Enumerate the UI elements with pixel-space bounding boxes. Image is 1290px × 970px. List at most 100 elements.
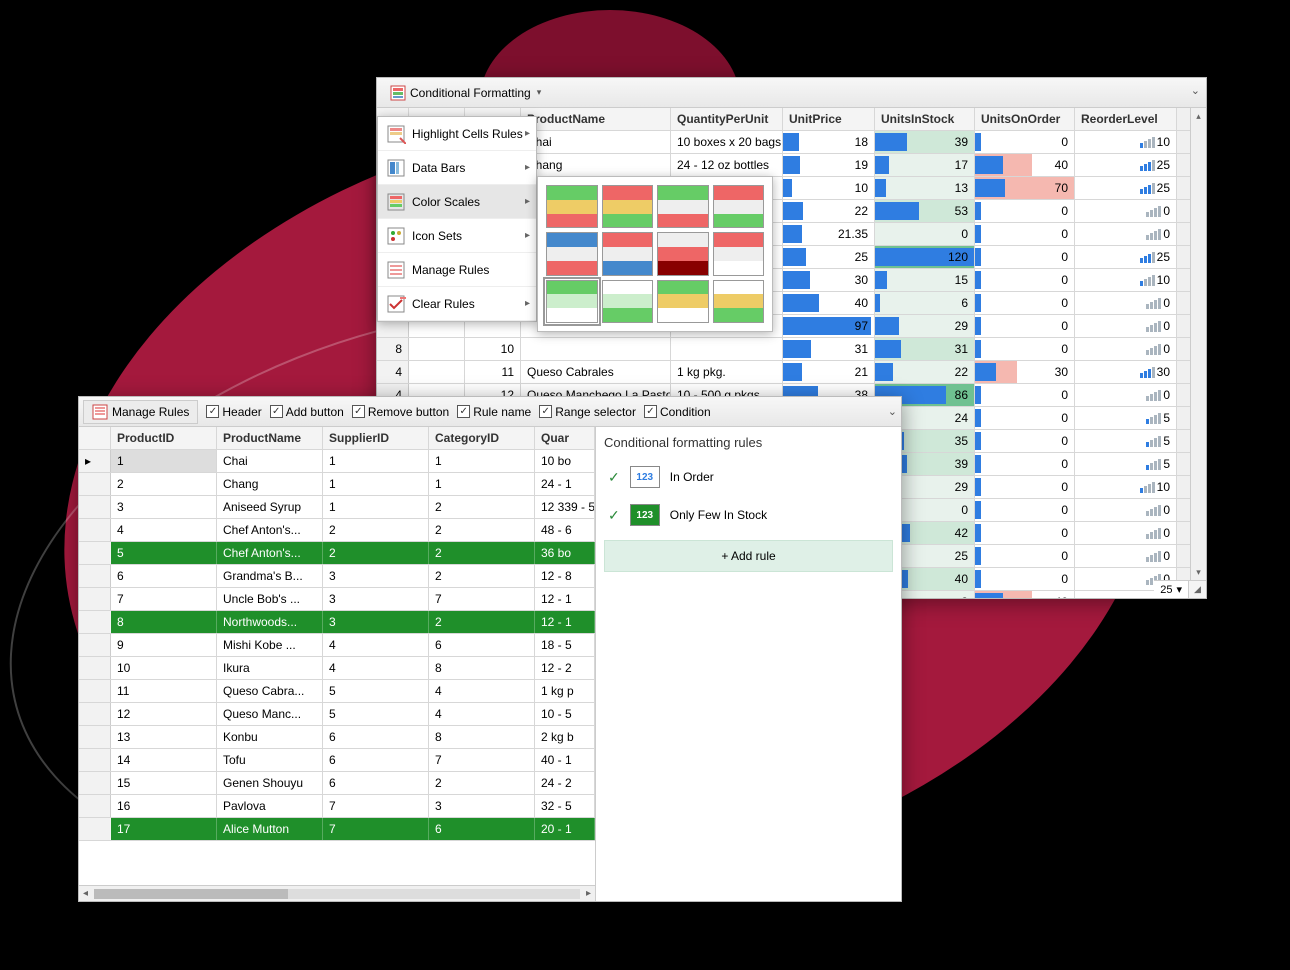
menu-item-manage-rules[interactable]: Manage Rules: [378, 253, 536, 287]
data-grid[interactable]: ProductIDProductNameSupplierIDCategoryID…: [79, 427, 595, 885]
option-condition[interactable]: ✓Condition: [640, 405, 715, 419]
toolbar-overflow-icon[interactable]: ⌄: [1191, 84, 1200, 97]
column-header[interactable]: UnitsInStock: [875, 108, 975, 130]
table-row[interactable]: 4Chef Anton's...2248 - 6: [79, 519, 595, 542]
toolbar-overflow-icon[interactable]: ⌄: [888, 405, 897, 418]
option-remove-button[interactable]: ✓Remove button: [348, 405, 453, 419]
conditional-formatting-button[interactable]: Conditional Formatting: [381, 81, 550, 105]
table-row[interactable]: 10Ikura4812 - 2: [79, 657, 595, 680]
row-header[interactable]: [79, 542, 111, 564]
check-icon: ✓: [608, 469, 620, 486]
cell-unit-price: 30: [783, 269, 875, 291]
color-scale-option[interactable]: [657, 185, 709, 228]
rule-item[interactable]: ✓ 123 Only Few In Stock: [604, 496, 893, 534]
column-header[interactable]: Quar: [535, 427, 595, 449]
column-header[interactable]: UnitsOnOrder: [975, 108, 1075, 130]
option-add-button[interactable]: ✓Add button: [266, 405, 348, 419]
row-header[interactable]: [79, 680, 111, 702]
option-header[interactable]: ✓Header: [202, 405, 265, 419]
scroll-down-icon[interactable]: ▾: [1191, 564, 1206, 580]
color-scale-option[interactable]: [602, 280, 654, 323]
row-header[interactable]: [79, 611, 111, 633]
row-header[interactable]: [79, 749, 111, 771]
column-header[interactable]: ProductName: [521, 108, 671, 130]
table-row[interactable]: 11Queso Cabra...541 kg p: [79, 680, 595, 703]
row-header[interactable]: [79, 726, 111, 748]
menu-item-highlight-cells-rules[interactable]: Highlight Cells Rules ▸: [378, 117, 536, 151]
color-scale-option[interactable]: [657, 232, 709, 275]
menu-item-color-scales[interactable]: Color Scales ▸: [378, 185, 536, 219]
table-row[interactable]: ▸1Chai1110 bo: [79, 450, 595, 473]
scroll-track[interactable]: [1191, 124, 1206, 564]
cell-units-on-order: 0: [975, 223, 1075, 245]
table-row[interactable]: 15Genen Shouyu6224 - 2: [79, 772, 595, 795]
table-row[interactable]: 6Grandma's B...3212 - 8: [79, 565, 595, 588]
color-scale-option[interactable]: [713, 232, 765, 275]
menu-item-icon-sets[interactable]: Icon Sets ▸: [378, 219, 536, 253]
table-row[interactable]: 13Konbu682 kg b: [79, 726, 595, 749]
menu-item-data-bars[interactable]: Data Bars ▸: [378, 151, 536, 185]
column-header[interactable]: ProductName: [217, 427, 323, 449]
row-header[interactable]: [79, 496, 111, 518]
scroll-left-icon[interactable]: ◂: [83, 888, 88, 899]
add-rule-button[interactable]: + Add rule: [604, 540, 893, 572]
row-header[interactable]: [79, 795, 111, 817]
cell-unit-price: 25: [783, 246, 875, 268]
row-header[interactable]: [79, 703, 111, 725]
table-row[interactable]: 16Pavlova7332 - 5: [79, 795, 595, 818]
column-header[interactable]: ProductID: [111, 427, 217, 449]
option-rule-name[interactable]: ✓Rule name: [453, 405, 535, 419]
scroll-right-icon[interactable]: ▸: [586, 888, 591, 899]
table-row[interactable]: 14Tofu6740 - 1: [79, 749, 595, 772]
cell-reorder-level: 25: [1075, 177, 1177, 199]
column-header[interactable]: UnitPrice: [783, 108, 875, 130]
color-scale-option[interactable]: [713, 185, 765, 228]
vertical-scrollbar[interactable]: ▴ ▾: [1190, 108, 1206, 580]
table-row[interactable]: 12Queso Manc...5410 - 5: [79, 703, 595, 726]
scroll-up-icon[interactable]: ▴: [1191, 108, 1206, 124]
column-header[interactable]: QuantityPerUnit: [671, 108, 783, 130]
menu-item-clear-rules[interactable]: Clear Rules ▸: [378, 287, 536, 321]
row-header[interactable]: [79, 519, 111, 541]
cell-units-in-stock: 0: [875, 223, 975, 245]
resize-corner-icon[interactable]: ◢: [1188, 580, 1206, 598]
manage-rules-button[interactable]: Manage Rules: [83, 400, 198, 424]
option-label: Range selector: [555, 405, 636, 419]
cell-units-in-stock: 6: [875, 292, 975, 314]
table-row[interactable]: 8Northwoods...3212 - 1: [79, 611, 595, 634]
row-header[interactable]: [79, 657, 111, 679]
row-header[interactable]: [79, 818, 111, 840]
option-range-selector[interactable]: ✓Range selector: [535, 405, 640, 419]
table-row[interactable]: 9Mishi Kobe ...4618 - 5: [79, 634, 595, 657]
table-row[interactable]: 5Chef Anton's...2236 bo: [79, 542, 595, 565]
row-header[interactable]: [79, 565, 111, 587]
horizontal-scrollbar[interactable]: ◂ ▸: [79, 885, 595, 901]
color-scale-option[interactable]: [546, 232, 598, 275]
row-header[interactable]: [79, 473, 111, 495]
color-scale-option[interactable]: [546, 280, 598, 323]
column-header[interactable]: SupplierID: [323, 427, 429, 449]
column-header[interactable]: CategoryID: [429, 427, 535, 449]
column-header[interactable]: ReorderLevel: [1075, 108, 1177, 130]
color-scale-option[interactable]: [657, 280, 709, 323]
color-scale-option[interactable]: [546, 185, 598, 228]
table-row[interactable]: 7Uncle Bob's ...3712 - 1: [79, 588, 595, 611]
color-scale-option[interactable]: [602, 232, 654, 275]
column-header[interactable]: [79, 427, 111, 449]
rule-item[interactable]: ✓ 123 In Order: [604, 458, 893, 496]
color-scale-option[interactable]: [713, 280, 765, 323]
table-row[interactable]: 411Queso Cabrales1 kg pkg.21223030: [377, 361, 1206, 384]
cell-units-on-order: 30: [975, 361, 1075, 383]
table-row[interactable]: 17Alice Mutton7620 - 1: [79, 818, 595, 841]
row-header[interactable]: [79, 588, 111, 610]
color-scale-option[interactable]: [602, 185, 654, 228]
table-row[interactable]: 3Aniseed Syrup1212 339 - 5: [79, 496, 595, 519]
cell-unit-price: 97: [783, 315, 875, 337]
table-row[interactable]: 2Chang1124 - 1: [79, 473, 595, 496]
row-header[interactable]: [79, 772, 111, 794]
table-row[interactable]: 810313100: [377, 338, 1206, 361]
conditional-formatting-menu: Highlight Cells Rules ▸ Data Bars ▸ Colo…: [377, 116, 537, 322]
scroll-thumb[interactable]: [94, 889, 580, 899]
row-header[interactable]: ▸: [79, 450, 111, 472]
row-header[interactable]: [79, 634, 111, 656]
